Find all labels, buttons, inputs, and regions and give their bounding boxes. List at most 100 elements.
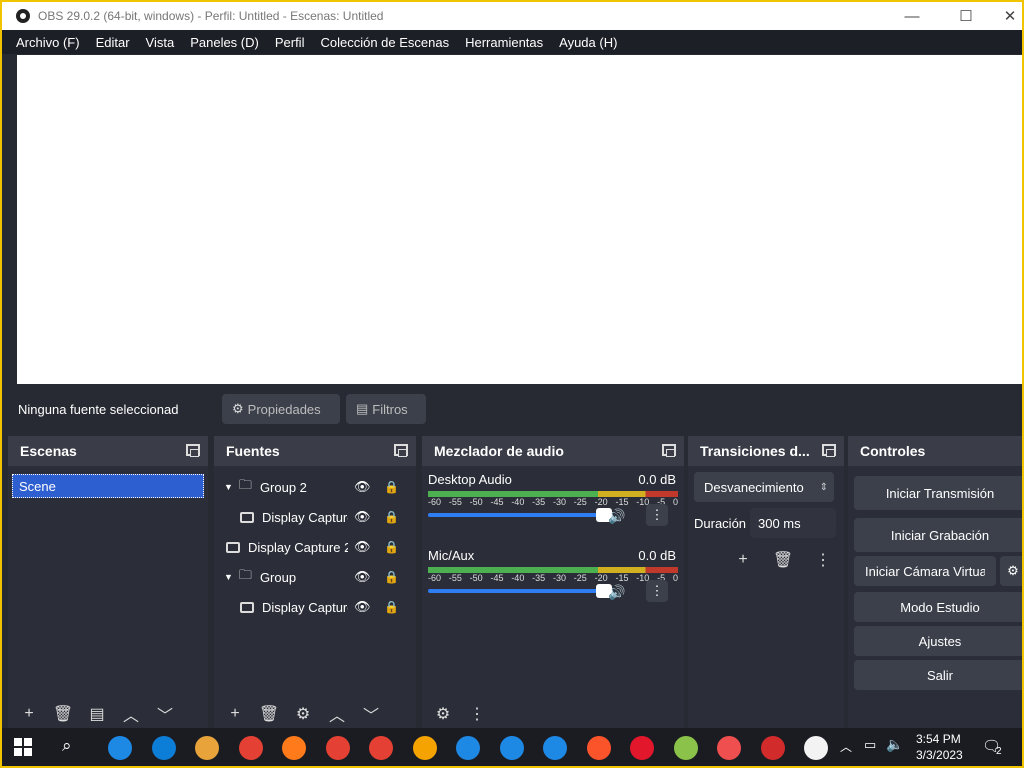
eye-icon[interactable]: 👁 xyxy=(354,509,371,525)
yandex-icon[interactable] xyxy=(760,736,785,760)
start-recording-button[interactable]: Iniciar Grabación xyxy=(854,518,1022,552)
trash-icon[interactable]: 🗑 xyxy=(770,548,796,572)
edge-dev-icon[interactable] xyxy=(499,736,524,760)
eye-icon[interactable]: 👁 xyxy=(354,479,371,495)
volume-icon[interactable]: 🔈 xyxy=(886,736,903,753)
maxthon-icon[interactable] xyxy=(673,736,698,760)
windows-start-icon[interactable] xyxy=(14,738,32,756)
monitor-icon xyxy=(240,601,254,613)
chevron-up-icon[interactable]: ︿ xyxy=(118,702,144,726)
tray-chevron-icon[interactable]: ︿ xyxy=(840,738,852,755)
chevron-down-icon[interactable]: ﹀ xyxy=(358,702,384,726)
chrome-icon[interactable] xyxy=(238,736,263,760)
menu-paneles[interactable]: Paneles (D) xyxy=(190,35,259,50)
lock-icon[interactable]: 🔒 xyxy=(384,540,399,554)
gears-icon[interactable]: ⚙ xyxy=(430,702,456,726)
menu-ayuda[interactable]: Ayuda (H) xyxy=(559,35,617,50)
source-item[interactable]: Display Capture 👁 🔒 xyxy=(214,592,416,622)
scene-item[interactable]: Scene xyxy=(12,474,204,498)
eye-icon[interactable]: 👁 xyxy=(354,569,371,585)
menu-vista[interactable]: Vista xyxy=(146,35,175,50)
menu-archivo[interactable]: Archivo (F) xyxy=(16,35,80,50)
vivaldi-icon[interactable] xyxy=(717,736,741,760)
opera-icon[interactable] xyxy=(630,736,654,760)
edge-icon[interactable] xyxy=(151,736,176,760)
duration-input[interactable]: 300 ms xyxy=(750,508,836,538)
properties-button[interactable]: ⚙ Propiedades xyxy=(222,394,340,424)
network-icon[interactable]: ▭ xyxy=(864,737,876,753)
gear-icon[interactable]: ⚙ xyxy=(290,702,316,726)
undock-icon[interactable] xyxy=(662,444,676,457)
minimize-button[interactable]: — xyxy=(890,2,934,30)
source-item[interactable]: Display Capture 👁 🔒 xyxy=(214,502,416,532)
canary-icon[interactable] xyxy=(412,736,437,760)
firefox-icon[interactable] xyxy=(282,736,306,760)
start-streaming-button[interactable]: Iniciar Transmisión xyxy=(854,476,1022,510)
expand-arrow-icon[interactable]: ▼ xyxy=(224,482,233,492)
volume-slider[interactable] xyxy=(428,584,612,598)
eye-icon[interactable]: 👁 xyxy=(354,539,371,555)
clock-time[interactable]: 3:54 PM xyxy=(916,732,961,746)
speaker-icon[interactable]: 🔊 xyxy=(608,508,625,525)
eye-icon[interactable]: 👁 xyxy=(354,599,371,615)
add-icon[interactable]: + xyxy=(222,702,248,726)
sources-footer: + 🗑 ⚙ ︿ ﹀ xyxy=(214,700,416,728)
volume-slider[interactable] xyxy=(428,508,612,522)
speaker-icon[interactable]: 🔊 xyxy=(608,584,625,601)
maximize-button[interactable]: ☐ xyxy=(944,2,988,30)
virtual-camera-settings-button[interactable]: ⚙ xyxy=(1000,556,1022,586)
source-item[interactable]: ▼ 🗀 Group 👁 🔒 xyxy=(214,562,416,592)
trash-icon[interactable]: 🗑 xyxy=(256,702,282,726)
preview-canvas[interactable] xyxy=(17,55,1022,384)
edge-legacy-icon[interactable] xyxy=(108,736,132,760)
mixer-tracks: Desktop Audio 0.0 dB -60 -55 -50 -45 -40 -35 -30… xyxy=(422,466,684,618)
chrome-dev-icon[interactable] xyxy=(369,736,393,760)
filter-icon[interactable]: ▤ xyxy=(84,702,110,726)
no-source-label: Ninguna fuente seleccionada xyxy=(18,402,178,417)
undock-icon[interactable] xyxy=(822,444,836,457)
meter-tick: -25 xyxy=(573,573,587,583)
menu-coleccion[interactable]: Colección de Escenas xyxy=(320,35,449,50)
windows-taskbar: ⌕ ︿ ▭ 🔈 3:54 PM 3/3/2023 🗨 2 xyxy=(2,728,1022,766)
controls-header: Controles xyxy=(848,436,1022,466)
lock-icon[interactable]: 🔒 xyxy=(384,480,399,494)
lock-icon[interactable]: 🔒 xyxy=(384,600,399,614)
add-icon[interactable]: + xyxy=(730,548,756,572)
title-bar: OBS 29.0.2 (64-bit, windows) - Perfil: U… xyxy=(2,2,1022,30)
settings-button[interactable]: Ajustes xyxy=(854,626,1022,656)
file-explorer-icon[interactable] xyxy=(195,736,219,760)
more-icon[interactable]: ⋮ xyxy=(464,702,490,726)
chevron-down-icon[interactable]: ﹀ xyxy=(152,702,178,726)
clock-date[interactable]: 3/3/2023 xyxy=(916,748,963,762)
start-virtual-camera-button[interactable]: Iniciar Cámara Virtual xyxy=(854,556,996,586)
filters-button[interactable]: ▤ Filtros xyxy=(346,394,426,424)
search-icon[interactable]: ⌕ xyxy=(62,736,72,756)
source-item[interactable]: Display Capture 2 👁 🔒 xyxy=(214,532,416,562)
gear-icon: ⚙ xyxy=(1007,563,1019,578)
lock-icon[interactable]: 🔒 xyxy=(384,570,399,584)
edge-canary-icon[interactable] xyxy=(543,736,567,760)
menu-herramientas[interactable]: Herramientas xyxy=(465,35,543,50)
chrome-beta-icon[interactable] xyxy=(325,736,350,760)
filters-label: Filtros xyxy=(372,401,408,417)
expand-arrow-icon[interactable]: ▼ xyxy=(224,572,233,582)
more-icon[interactable]: ⋮ xyxy=(646,580,668,602)
source-item[interactable]: ▼ 🗀 Group 2 👁 🔒 xyxy=(214,472,416,502)
transition-select[interactable]: Desvanecimiento ⇕ xyxy=(694,472,834,502)
menu-editar[interactable]: Editar xyxy=(96,35,130,50)
trash-icon[interactable]: 🗑 xyxy=(50,702,76,726)
more-icon[interactable]: ⋮ xyxy=(810,548,836,572)
brave-icon[interactable] xyxy=(586,736,611,760)
studio-mode-button[interactable]: Modo Estudio xyxy=(854,592,1022,622)
more-icon[interactable]: ⋮ xyxy=(646,504,668,526)
close-button[interactable]: ✕ xyxy=(988,2,1022,30)
add-icon[interactable]: + xyxy=(16,702,42,726)
edge-beta-icon[interactable] xyxy=(456,736,480,760)
exit-button[interactable]: Salir xyxy=(854,660,1022,690)
lock-icon[interactable]: 🔒 xyxy=(384,510,399,524)
chevron-up-icon[interactable]: ︿ xyxy=(324,702,350,726)
menu-perfil[interactable]: Perfil xyxy=(275,35,305,50)
undock-icon[interactable] xyxy=(186,444,200,457)
undock-icon[interactable] xyxy=(394,444,408,457)
notes-icon[interactable] xyxy=(804,736,828,760)
